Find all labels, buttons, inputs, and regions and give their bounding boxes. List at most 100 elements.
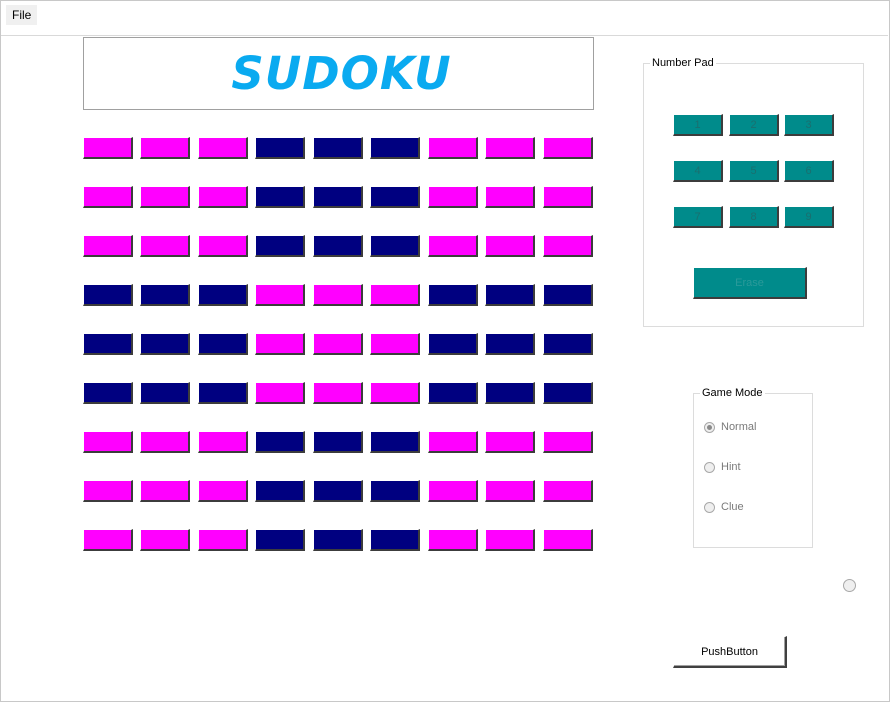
board-cell[interactable] bbox=[83, 333, 133, 355]
radio-normal[interactable]: Normal bbox=[704, 419, 756, 435]
board-cell[interactable] bbox=[485, 235, 535, 257]
board-cell[interactable] bbox=[83, 284, 133, 306]
number-button-7[interactable]: 7 bbox=[673, 206, 723, 228]
board-cell[interactable] bbox=[83, 529, 133, 551]
board-cell[interactable] bbox=[370, 284, 420, 306]
board-cell[interactable] bbox=[140, 529, 190, 551]
board-cell[interactable] bbox=[428, 480, 478, 502]
board-cell[interactable] bbox=[543, 137, 593, 159]
board-cell[interactable] bbox=[255, 235, 305, 257]
board-cell[interactable] bbox=[83, 480, 133, 502]
board-cell[interactable] bbox=[140, 137, 190, 159]
board-cell[interactable] bbox=[198, 333, 248, 355]
board-cell[interactable] bbox=[140, 186, 190, 208]
board-cell[interactable] bbox=[83, 431, 133, 453]
board-cell[interactable] bbox=[255, 529, 305, 551]
radio-normal-indicator[interactable] bbox=[704, 421, 715, 433]
board-cell[interactable] bbox=[428, 235, 478, 257]
board-cell[interactable] bbox=[313, 382, 363, 404]
board-cell[interactable] bbox=[485, 431, 535, 453]
board-cell[interactable] bbox=[370, 382, 420, 404]
board-cell[interactable] bbox=[313, 186, 363, 208]
erase-button[interactable]: Erase bbox=[693, 267, 807, 299]
number-button-9[interactable]: 9 bbox=[784, 206, 834, 228]
board-cell[interactable] bbox=[255, 480, 305, 502]
board-cell[interactable] bbox=[140, 333, 190, 355]
push-button[interactable]: PushButton bbox=[673, 636, 787, 668]
standalone-radio[interactable] bbox=[843, 579, 856, 592]
board-cell[interactable] bbox=[543, 333, 593, 355]
number-button-5[interactable]: 5 bbox=[729, 160, 779, 182]
board-cell[interactable] bbox=[370, 431, 420, 453]
board-cell[interactable] bbox=[255, 431, 305, 453]
number-button-3[interactable]: 3 bbox=[784, 114, 834, 136]
board-cell[interactable] bbox=[485, 480, 535, 502]
board-cell[interactable] bbox=[428, 186, 478, 208]
board-cell[interactable] bbox=[543, 382, 593, 404]
board-cell[interactable] bbox=[370, 333, 420, 355]
board-cell[interactable] bbox=[313, 235, 363, 257]
board-cell[interactable] bbox=[313, 284, 363, 306]
board-cell[interactable] bbox=[485, 333, 535, 355]
radio-hint[interactable]: Hint bbox=[704, 459, 741, 475]
radio-hint-indicator[interactable] bbox=[704, 461, 715, 473]
board-cell[interactable] bbox=[83, 235, 133, 257]
board-cell[interactable] bbox=[83, 137, 133, 159]
board-cell[interactable] bbox=[140, 235, 190, 257]
board-cell[interactable] bbox=[428, 137, 478, 159]
number-button-1[interactable]: 1 bbox=[673, 114, 723, 136]
board-cell[interactable] bbox=[428, 431, 478, 453]
board-cell[interactable] bbox=[428, 382, 478, 404]
board-cell[interactable] bbox=[543, 186, 593, 208]
board-cell[interactable] bbox=[255, 284, 305, 306]
board-cell[interactable] bbox=[313, 137, 363, 159]
board-cell[interactable] bbox=[140, 480, 190, 502]
board-cell[interactable] bbox=[198, 382, 248, 404]
board-cell[interactable] bbox=[313, 431, 363, 453]
board-cell[interactable] bbox=[140, 431, 190, 453]
board-cell[interactable] bbox=[140, 382, 190, 404]
board-cell[interactable] bbox=[543, 284, 593, 306]
number-button-8[interactable]: 8 bbox=[729, 206, 779, 228]
board-cell[interactable] bbox=[370, 186, 420, 208]
board-cell[interactable] bbox=[83, 186, 133, 208]
board-cell[interactable] bbox=[255, 333, 305, 355]
board-cell[interactable] bbox=[485, 137, 535, 159]
radio-clue[interactable]: Clue bbox=[704, 499, 744, 515]
number-button-4[interactable]: 4 bbox=[673, 160, 723, 182]
board-cell[interactable] bbox=[313, 480, 363, 502]
board-cell[interactable] bbox=[313, 529, 363, 551]
board-cell[interactable] bbox=[370, 529, 420, 551]
board-cell[interactable] bbox=[370, 235, 420, 257]
board-cell[interactable] bbox=[428, 333, 478, 355]
board-cell[interactable] bbox=[485, 284, 535, 306]
board-cell[interactable] bbox=[198, 284, 248, 306]
board-cell[interactable] bbox=[428, 529, 478, 551]
board-cell[interactable] bbox=[543, 480, 593, 502]
number-button-2[interactable]: 2 bbox=[729, 114, 779, 136]
board-cell[interactable] bbox=[198, 431, 248, 453]
board-cell[interactable] bbox=[543, 431, 593, 453]
board-cell[interactable] bbox=[255, 382, 305, 404]
board-cell[interactable] bbox=[198, 137, 248, 159]
board-cell[interactable] bbox=[313, 333, 363, 355]
board-cell[interactable] bbox=[255, 137, 305, 159]
board-cell[interactable] bbox=[428, 284, 478, 306]
board-cell[interactable] bbox=[485, 186, 535, 208]
board-cell[interactable] bbox=[370, 480, 420, 502]
board-cell[interactable] bbox=[255, 186, 305, 208]
board-cell[interactable] bbox=[485, 382, 535, 404]
board-cell[interactable] bbox=[198, 235, 248, 257]
board-cell[interactable] bbox=[198, 529, 248, 551]
board-cell[interactable] bbox=[83, 382, 133, 404]
board-cell[interactable] bbox=[140, 284, 190, 306]
board-cell[interactable] bbox=[198, 186, 248, 208]
board-cell[interactable] bbox=[485, 529, 535, 551]
board-cell[interactable] bbox=[370, 137, 420, 159]
radio-clue-indicator[interactable] bbox=[704, 501, 715, 513]
menu-file[interactable]: File bbox=[6, 5, 38, 25]
number-button-6[interactable]: 6 bbox=[784, 160, 834, 182]
board-cell[interactable] bbox=[198, 480, 248, 502]
board-cell[interactable] bbox=[543, 529, 593, 551]
board-cell[interactable] bbox=[543, 235, 593, 257]
